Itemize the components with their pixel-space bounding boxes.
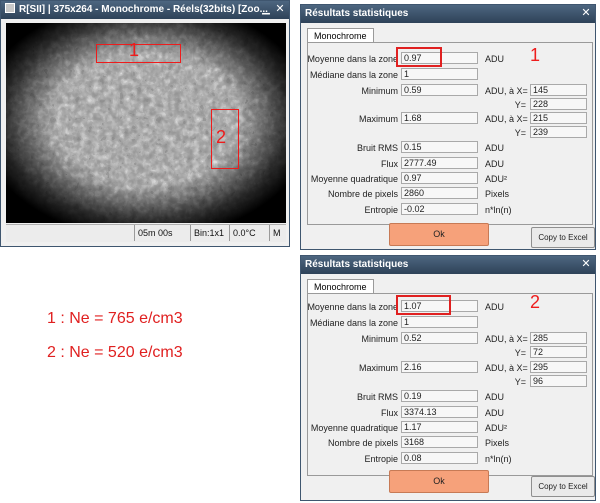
annotation-zone-1: 1 : Ne = 765 e/cm3 bbox=[47, 310, 183, 327]
results-dialog-1-titlebar[interactable]: Résultats statistiques bbox=[301, 5, 595, 23]
copy-to-excel-button[interactable]: Copy to Excel bbox=[531, 476, 595, 497]
noise-field: 0.19 bbox=[401, 390, 478, 402]
entropy-label: Entropie bbox=[364, 454, 398, 464]
maximum-y-field: 96 bbox=[530, 375, 587, 387]
maximum-field: 1.68 bbox=[401, 112, 478, 124]
maximum-x-field: 215 bbox=[530, 112, 587, 124]
noise-unit: ADU bbox=[485, 143, 505, 153]
zone-2-label: 2 bbox=[216, 127, 227, 147]
mean-highlight-box bbox=[396, 295, 451, 315]
maximum-x-field: 295 bbox=[530, 361, 587, 373]
mean-unit: ADU bbox=[485, 302, 505, 312]
image-window: R[SII] | 375x264 - Monochrome - Réels(32… bbox=[0, 0, 290, 247]
maximum-y-label: Y= bbox=[514, 128, 526, 138]
close-icon[interactable]: ✕ bbox=[579, 7, 593, 20]
flux-field: 3374.13 bbox=[401, 406, 478, 418]
pixel-count-label: Nombre de pixels bbox=[327, 438, 398, 448]
entropy-field: -0.02 bbox=[401, 203, 478, 215]
minimum-y-field: 228 bbox=[530, 98, 587, 110]
ok-button[interactable]: Ok bbox=[389, 223, 489, 246]
rms-field: 1.17 bbox=[401, 421, 478, 433]
annotation-zone-2: 2 : Ne = 520 e/cm3 bbox=[47, 344, 183, 361]
status-exposure-time: 05m 00s bbox=[134, 225, 190, 241]
maximum-y-label: Y= bbox=[514, 377, 526, 387]
minimum-field: 0.52 bbox=[401, 332, 478, 344]
minimum-label: Minimum bbox=[361, 86, 398, 96]
close-icon[interactable]: ✕ bbox=[579, 258, 593, 271]
rms-label: Moyenne quadratique bbox=[310, 174, 398, 184]
minimum-y-field: 72 bbox=[530, 346, 587, 358]
tab-monochrome[interactable]: Monochrome bbox=[307, 28, 374, 43]
minimize-icon[interactable]: ▁ bbox=[260, 3, 272, 16]
rms-unit: ADU² bbox=[485, 423, 507, 433]
flux-field: 2777.49 bbox=[401, 157, 478, 169]
result-2-badge: 2 bbox=[530, 292, 541, 312]
noise-field: 0.15 bbox=[401, 141, 478, 153]
pixel-count-unit: Pixels bbox=[485, 189, 510, 199]
ok-button[interactable]: Ok bbox=[389, 470, 489, 493]
noise-label: Bruit RMS bbox=[356, 392, 398, 402]
pixel-count-unit: Pixels bbox=[485, 438, 510, 448]
status-temperature: 0.0°C bbox=[229, 225, 269, 241]
image-canvas[interactable]: 1 2 bbox=[6, 23, 286, 223]
image-window-title: R[SII] | 375x264 - Monochrome - Réels(32… bbox=[19, 4, 268, 15]
close-icon[interactable]: ✕ bbox=[273, 3, 287, 16]
mean-label: Moyenne dans la zone bbox=[307, 54, 398, 64]
results-dialog-1: Résultats statistiques ✕ Monochrome Moye… bbox=[300, 4, 596, 250]
rms-field: 0.97 bbox=[401, 172, 478, 184]
noise-label: Bruit RMS bbox=[356, 143, 398, 153]
entropy-field: 0.08 bbox=[401, 452, 478, 464]
status-extra: M bbox=[269, 225, 286, 241]
maximum-y-field: 239 bbox=[530, 126, 587, 138]
app-icon bbox=[5, 3, 15, 13]
status-bar: 05m 00s Bin:1x1 0.0°C M bbox=[6, 224, 286, 242]
results-dialog-2: Résultats statistiques ✕ Monochrome Moye… bbox=[300, 255, 596, 501]
results-dialog-2-titlebar[interactable]: Résultats statistiques bbox=[301, 256, 595, 274]
flux-unit: ADU bbox=[485, 408, 505, 418]
flux-label: Flux bbox=[380, 159, 398, 169]
pixel-count-field: 2860 bbox=[401, 187, 478, 199]
results-dialog-2-title: Résultats statistiques bbox=[305, 259, 409, 270]
maximum-label: Maximum bbox=[358, 114, 398, 124]
minimum-x-field: 285 bbox=[530, 332, 587, 344]
tab-monochrome[interactable]: Monochrome bbox=[307, 279, 374, 294]
results-panel-1: Moyenne dans la zone 0.97 ADU 1 Médiane … bbox=[307, 42, 593, 225]
minimum-label: Minimum bbox=[361, 334, 398, 344]
maximum-field: 2.16 bbox=[401, 361, 478, 373]
copy-to-excel-button[interactable]: Copy to Excel bbox=[531, 227, 595, 248]
entropy-unit: n*ln(n) bbox=[485, 454, 512, 464]
rms-label: Moyenne quadratique bbox=[310, 423, 398, 433]
mean-unit: ADU bbox=[485, 54, 505, 64]
median-label: Médiane dans la zone bbox=[309, 70, 398, 80]
maximum-unit: ADU, à X= bbox=[485, 363, 528, 373]
mean-highlight-box bbox=[396, 47, 442, 67]
zone-1-label: 1 bbox=[129, 40, 140, 60]
status-binning: Bin:1x1 bbox=[190, 225, 229, 241]
pixel-count-field: 3168 bbox=[401, 436, 478, 448]
maximum-label: Maximum bbox=[358, 363, 398, 373]
minimum-field: 0.59 bbox=[401, 84, 478, 96]
minimum-y-label: Y= bbox=[514, 100, 526, 110]
results-dialog-1-title: Résultats statistiques bbox=[305, 8, 409, 19]
rms-unit: ADU² bbox=[485, 174, 507, 184]
minimum-unit: ADU, à X= bbox=[485, 334, 528, 344]
minimum-y-label: Y= bbox=[514, 348, 526, 358]
pixel-count-label: Nombre de pixels bbox=[327, 189, 398, 199]
maximum-unit: ADU, à X= bbox=[485, 114, 528, 124]
median-field: 1 bbox=[401, 316, 478, 328]
minimum-unit: ADU, à X= bbox=[485, 86, 528, 96]
entropy-unit: n*ln(n) bbox=[485, 205, 512, 215]
flux-unit: ADU bbox=[485, 159, 505, 169]
result-1-badge: 1 bbox=[530, 45, 541, 65]
entropy-label: Entropie bbox=[364, 205, 398, 215]
flux-label: Flux bbox=[380, 408, 398, 418]
median-label: Médiane dans la zone bbox=[309, 318, 398, 328]
image-window-titlebar[interactable]: R[SII] | 375x264 - Monochrome - Réels(32… bbox=[1, 1, 289, 19]
results-panel-2: Moyenne dans la zone 1.07 ADU 2 Médiane … bbox=[307, 292, 593, 476]
noise-unit: ADU bbox=[485, 392, 505, 402]
median-field: 1 bbox=[401, 68, 478, 80]
minimum-x-field: 145 bbox=[530, 84, 587, 96]
mean-label: Moyenne dans la zone bbox=[307, 302, 398, 312]
